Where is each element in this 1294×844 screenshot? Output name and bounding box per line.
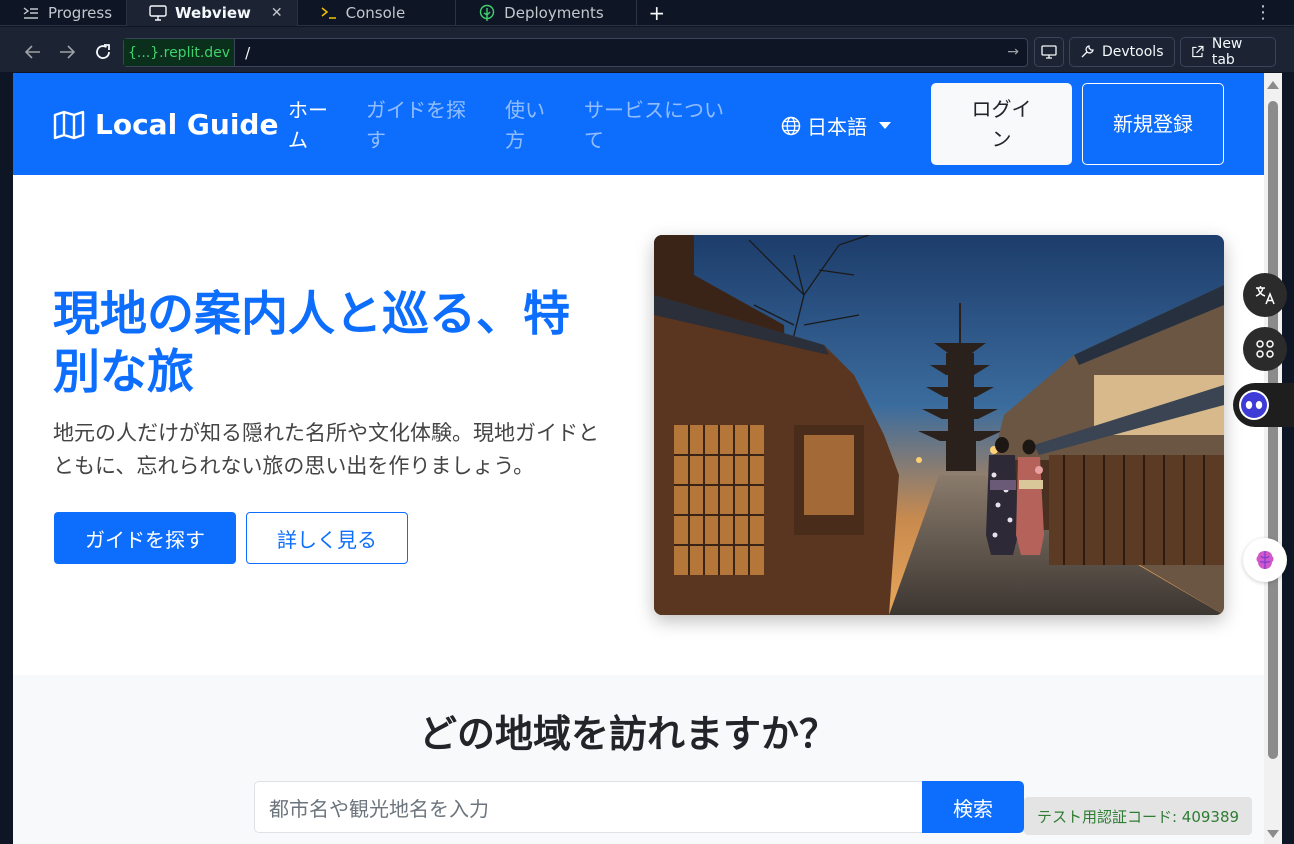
nav-about[interactable]: サービスについて bbox=[584, 95, 734, 155]
site-header: Local Guide ホーム ガイドを探す 使い方 サービスについて 日本語 … bbox=[13, 73, 1264, 175]
deploy-icon bbox=[478, 4, 496, 21]
learn-more-label: 詳しく見る bbox=[277, 527, 377, 552]
new-tab-label: New tab bbox=[1211, 36, 1243, 68]
language-label: 日本語 bbox=[807, 115, 867, 139]
tab-label: Progress bbox=[48, 4, 113, 22]
new-tab-button[interactable]: New tab bbox=[1180, 36, 1276, 68]
webview: Local Guide ホーム ガイドを探す 使い方 サービスについて 日本語 … bbox=[13, 73, 1264, 844]
tab-label: Webview bbox=[175, 4, 251, 22]
nav-home[interactable]: ホーム bbox=[288, 95, 334, 155]
webview-scrollbar[interactable] bbox=[1264, 73, 1282, 844]
signup-button[interactable]: 新規登録 bbox=[1082, 83, 1224, 165]
tab-progress[interactable]: Progress bbox=[0, 0, 128, 26]
window-edge bbox=[1282, 73, 1294, 844]
caret-down-icon bbox=[879, 122, 891, 129]
tab-console[interactable]: Console bbox=[298, 0, 457, 26]
more-vertical-icon[interactable]: ⋮ bbox=[1254, 2, 1272, 23]
scroll-up-icon[interactable] bbox=[1267, 81, 1279, 89]
globe-icon bbox=[781, 116, 801, 135]
wrench-icon bbox=[1081, 45, 1094, 58]
assistant-face-icon bbox=[1239, 390, 1269, 420]
test-auth-code: テスト用認証コード: 409389 bbox=[1024, 797, 1252, 835]
reload-icon bbox=[96, 44, 110, 59]
login-label: ログイン bbox=[971, 97, 1032, 151]
webview-address-bar: {...}.replit.dev / → Devtools New tab bbox=[0, 27, 1294, 72]
tab-deployments[interactable]: Deployments bbox=[456, 0, 637, 26]
hero-image-kyoto-street bbox=[654, 235, 1224, 615]
brand-link[interactable]: Local Guide bbox=[53, 108, 278, 141]
arrow-left-icon bbox=[25, 45, 40, 59]
apps-extension-button[interactable] bbox=[1243, 327, 1287, 371]
monitor-icon bbox=[1041, 45, 1057, 59]
back-button[interactable] bbox=[16, 35, 50, 69]
find-guide-button[interactable]: ガイドを探す bbox=[54, 512, 236, 564]
close-icon[interactable]: ✕ bbox=[271, 5, 283, 21]
tab-webview[interactable]: Webview ✕ bbox=[127, 0, 298, 26]
test-code-text: テスト用認証コード: 409389 bbox=[1036, 807, 1240, 826]
apps-grid-icon bbox=[1256, 340, 1274, 358]
nav-find-guide[interactable]: ガイドを探す bbox=[366, 95, 476, 155]
devtools-button[interactable]: Devtools bbox=[1069, 37, 1175, 67]
scrollbar-thumb[interactable] bbox=[1268, 101, 1278, 759]
region-title: どの地域を訪れますか？ bbox=[418, 712, 837, 756]
language-dropdown[interactable]: 日本語 bbox=[781, 111, 891, 140]
signup-label: 新規登録 bbox=[1113, 112, 1193, 136]
scroll-down-icon[interactable] bbox=[1267, 830, 1279, 838]
device-toggle-button[interactable] bbox=[1034, 37, 1064, 67]
devtools-label: Devtools bbox=[1102, 44, 1164, 60]
url-field[interactable]: {...}.replit.dev / → bbox=[123, 38, 1028, 67]
region-search-input[interactable]: 都市名や観光地名を入力 bbox=[254, 781, 923, 833]
external-link-icon bbox=[1192, 45, 1204, 58]
region-section: どの地域を訪れますか？ 都市名や観光地名を入力 検索 テスト用認証コード: 40… bbox=[13, 675, 1264, 844]
tab-label: Deployments bbox=[504, 4, 604, 22]
search-placeholder: 都市名や観光地名を入力 bbox=[269, 796, 489, 821]
url-path: / bbox=[245, 43, 251, 62]
translate-icon bbox=[1255, 286, 1275, 305]
learn-more-button[interactable]: 詳しく見る bbox=[246, 512, 408, 564]
login-button[interactable]: ログイン bbox=[931, 83, 1072, 165]
nav-how-to-use[interactable]: 使い方 bbox=[505, 95, 551, 155]
translate-extension-button[interactable] bbox=[1243, 273, 1287, 317]
tab-label: Console bbox=[345, 4, 406, 22]
arrow-right-icon bbox=[60, 45, 75, 59]
add-tab-button[interactable]: + bbox=[637, 0, 677, 25]
url-domain: {...}.replit.dev bbox=[128, 44, 231, 61]
ide-tab-bar: Progress Webview ✕ Console Deployments +… bbox=[0, 0, 1294, 26]
map-icon bbox=[53, 110, 85, 139]
monitor-icon bbox=[149, 5, 167, 21]
assistant-extension-button[interactable] bbox=[1233, 383, 1294, 427]
brand-name: Local Guide bbox=[95, 108, 279, 141]
brain-extension-button[interactable] bbox=[1243, 538, 1287, 582]
terminal-icon bbox=[320, 5, 338, 21]
progress-icon bbox=[22, 5, 40, 21]
go-arrow-icon[interactable]: → bbox=[1007, 44, 1019, 60]
url-domain-chip: {...}.replit.dev bbox=[124, 39, 236, 66]
hero-title: 現地の案内人と巡る、特別な旅 bbox=[53, 287, 570, 400]
reload-button[interactable] bbox=[86, 35, 120, 69]
search-button-label: 検索 bbox=[953, 796, 993, 821]
forward-button[interactable] bbox=[50, 35, 84, 69]
hero-subtitle: 地元の人だけが知る隠れた名所や文化体験。現地ガイドとともに、忘れられない旅の思い… bbox=[53, 421, 599, 478]
search-button[interactable]: 検索 bbox=[922, 781, 1024, 833]
find-guide-label: ガイドを探す bbox=[85, 527, 205, 552]
brain-icon bbox=[1256, 551, 1274, 569]
